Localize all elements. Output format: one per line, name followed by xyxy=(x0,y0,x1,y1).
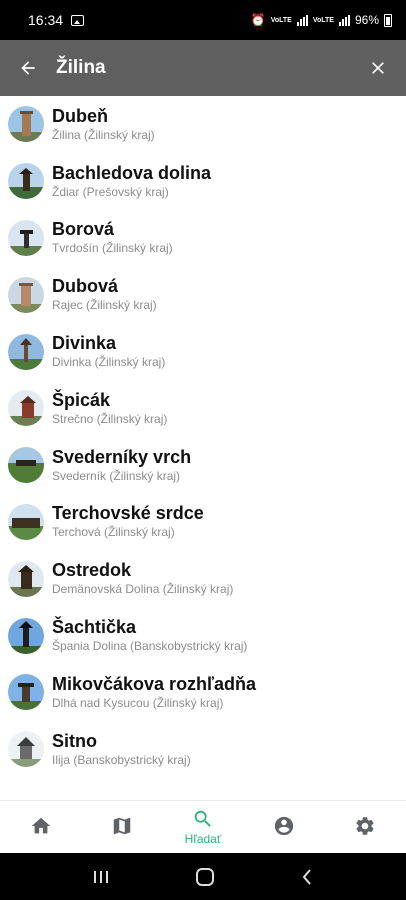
tower-thumbnail xyxy=(8,560,44,597)
alarm-icon: ⏰ xyxy=(250,13,266,27)
list-item[interactable]: Divinka Divinka (Žilinský kraj) xyxy=(0,323,406,380)
list-item[interactable]: Sitno Ilija (Banskobystrický kraj) xyxy=(0,721,406,778)
battery-icon xyxy=(384,13,392,27)
tower-thumbnail xyxy=(8,447,44,484)
item-location: Tvrdošín (Žilinský kraj) xyxy=(52,241,173,256)
status-bar: 16:34 ⏰ VoLTE VoLTE 96% xyxy=(0,0,406,40)
item-name: Svederníky vrch xyxy=(52,446,192,467)
item-location: Terchová (Žilinský kraj) xyxy=(52,525,175,540)
home-button-icon[interactable] xyxy=(195,867,215,887)
tower-thumbnail xyxy=(8,503,44,540)
list-item[interactable]: Dubová Rajec (Žilinský kraj) xyxy=(0,266,406,323)
tower-thumbnail xyxy=(8,333,44,370)
list-item[interactable]: Svederníky vrch Svederník (Žilinský kraj… xyxy=(0,437,406,494)
item-name: Dubeň xyxy=(52,105,108,126)
arrow-back-icon xyxy=(21,61,35,75)
item-name: Špicák xyxy=(52,389,111,410)
tower-thumbnail xyxy=(8,219,44,256)
list-item[interactable]: Špicák Strečno (Žilinský kraj) xyxy=(0,380,406,437)
battery-percent: 96% xyxy=(354,13,379,27)
clear-search-button[interactable] xyxy=(350,40,406,96)
item-name: Ostredok xyxy=(52,560,132,581)
item-location: Špania Dolina (Banskobystrický kraj) xyxy=(52,639,248,654)
nav-search-label: Hľadať xyxy=(184,832,222,846)
results-list: Dubeň Žilina (Žilinský kraj) Bachledova … xyxy=(0,96,406,800)
tower-thumbnail xyxy=(8,390,44,427)
item-location: Žilina (Žilinský kraj) xyxy=(52,127,155,142)
tower-thumbnail xyxy=(8,674,44,711)
back-nav-icon[interactable] xyxy=(300,868,314,886)
page-title: Žilina xyxy=(56,57,106,78)
item-name: Borová xyxy=(52,219,115,240)
list-item[interactable]: Mikovčákova rozhľadňa Dlhá nad Kysucou (… xyxy=(0,664,406,721)
nav-map[interactable] xyxy=(81,801,162,853)
item-name: Dubová xyxy=(52,276,119,297)
tower-thumbnail xyxy=(8,163,44,200)
home-icon xyxy=(31,817,50,834)
settings-icon xyxy=(356,817,374,835)
back-button[interactable] xyxy=(0,40,56,96)
nav-search[interactable]: Hľadať xyxy=(162,801,243,853)
item-location: Divinka (Žilinský kraj) xyxy=(52,355,166,370)
recent-apps-icon[interactable] xyxy=(92,869,110,885)
volte1-label: VoLTE xyxy=(270,16,292,24)
nav-settings[interactable] xyxy=(325,801,406,853)
item-name: Šachtička xyxy=(52,617,137,638)
gallery-notification-icon xyxy=(71,14,85,26)
item-location: Rajec (Žilinský kraj) xyxy=(52,298,157,313)
bottom-navigation: Hľadať xyxy=(0,800,406,853)
list-item[interactable]: Borová Tvrdošín (Žilinský kraj) xyxy=(0,210,406,267)
item-name: Sitno xyxy=(52,730,97,751)
item-location: Demänovská Dolina (Žilinský kraj) xyxy=(52,582,234,597)
item-location: Dlhá nad Kysucou (Žilinský kraj) xyxy=(52,695,224,710)
item-location: Ilija (Banskobystrický kraj) xyxy=(52,752,191,767)
item-location: Ždiar (Prešovský kraj) xyxy=(52,184,169,199)
nav-account[interactable] xyxy=(244,801,325,853)
item-name: Bachledova dolina xyxy=(52,162,212,183)
tower-thumbnail xyxy=(8,106,44,143)
volte2-label: VoLTE xyxy=(312,16,334,24)
status-time: 16:34 xyxy=(28,12,64,28)
tower-thumbnail xyxy=(8,276,44,313)
tower-thumbnail xyxy=(8,617,44,654)
list-item[interactable]: Bachledova dolina Ždiar (Prešovský kraj) xyxy=(0,153,406,210)
map-icon xyxy=(113,817,131,835)
item-name: Divinka xyxy=(52,333,117,354)
list-item[interactable]: Dubeň Žilina (Žilinský kraj) xyxy=(0,96,406,153)
signal2-icon xyxy=(338,14,350,26)
signal1-icon xyxy=(296,14,308,26)
system-navigation-bar xyxy=(0,853,406,900)
item-name: Mikovčákova rozhľadňa xyxy=(52,673,257,694)
nav-home[interactable] xyxy=(0,801,81,853)
item-name: Terchovské srdce xyxy=(52,503,204,524)
item-location: Strečno (Žilinský kraj) xyxy=(52,411,168,426)
close-icon xyxy=(372,62,384,74)
tower-thumbnail xyxy=(8,731,44,768)
list-item[interactable]: Ostredok Demänovská Dolina (Žilinský kra… xyxy=(0,550,406,607)
search-icon xyxy=(194,810,211,827)
account-icon xyxy=(275,816,294,836)
list-item[interactable]: Terchovské srdce Terchová (Žilinský kraj… xyxy=(0,494,406,551)
app-bar: Žilina xyxy=(0,40,406,96)
list-item[interactable]: Šachtička Špania Dolina (Banskobystrický… xyxy=(0,607,406,664)
item-location: Svederník (Žilinský kraj) xyxy=(52,468,181,483)
